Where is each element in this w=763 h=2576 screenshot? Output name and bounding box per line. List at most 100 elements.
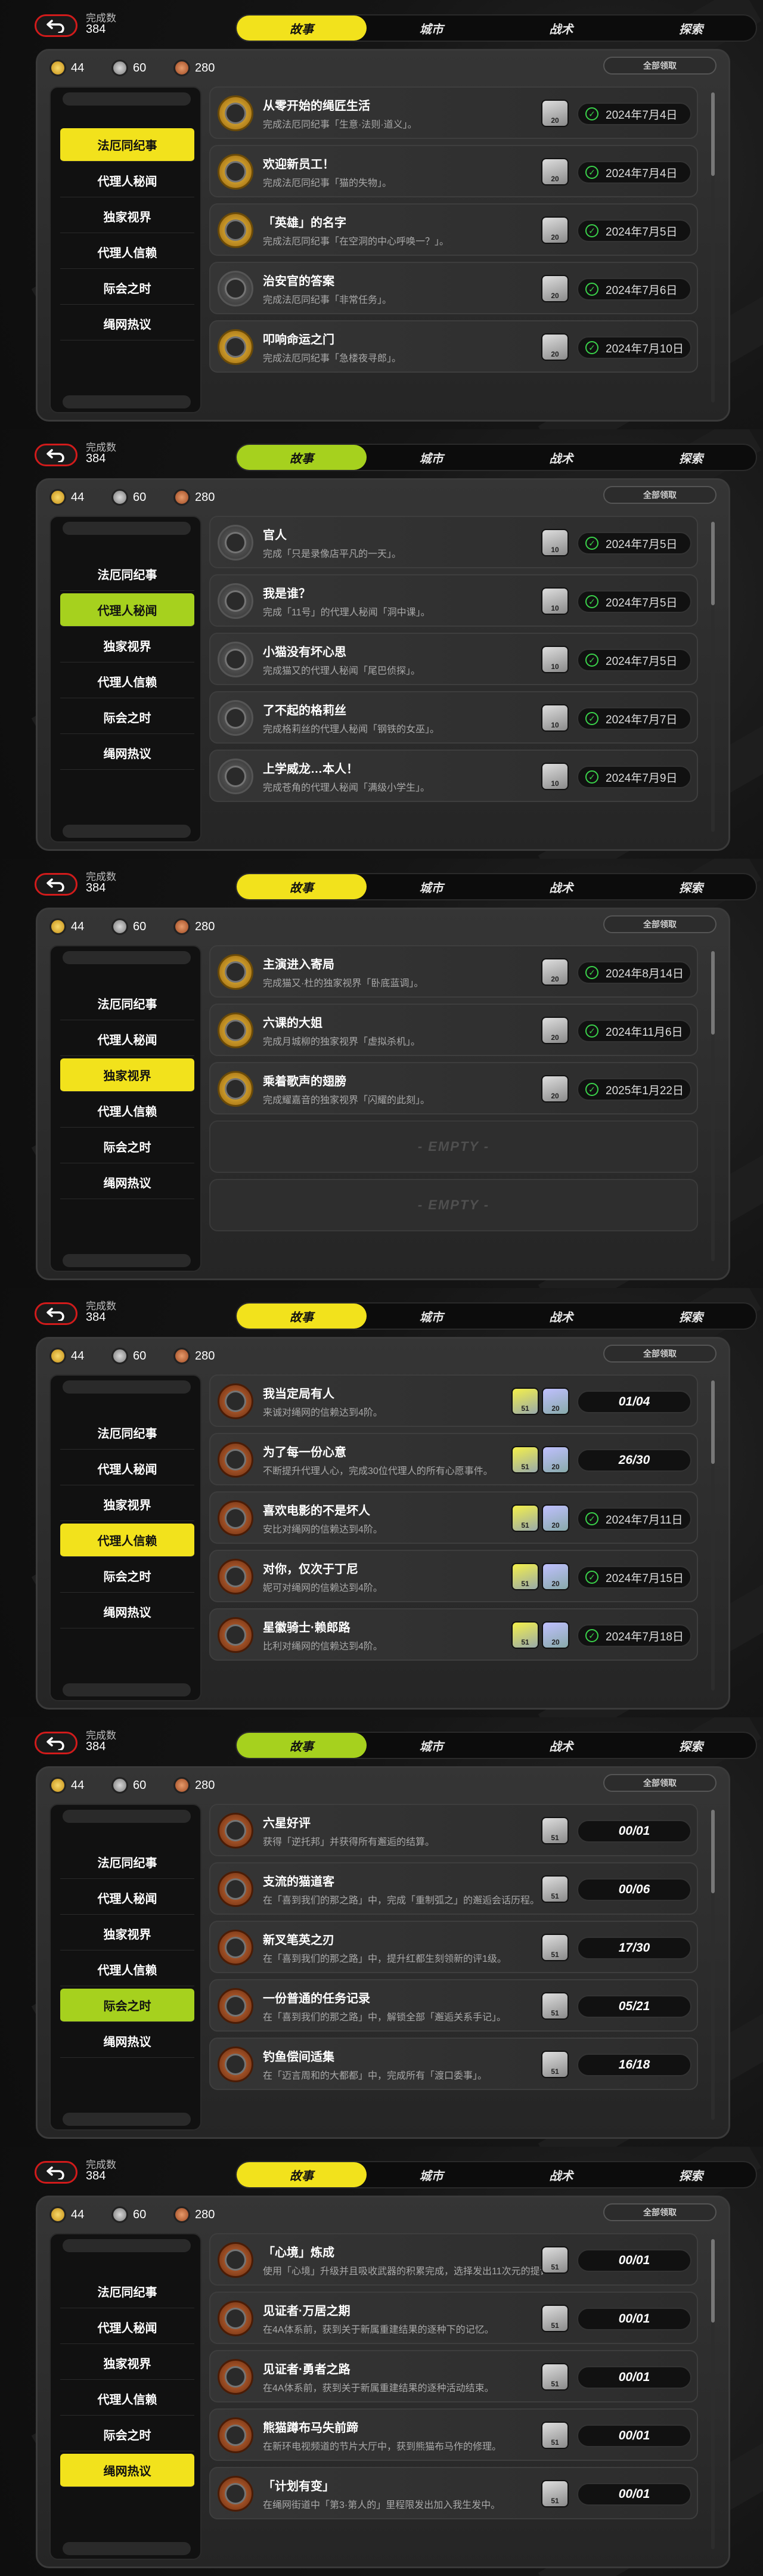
- reward-ticket-icon[interactable]: 51: [511, 1504, 539, 1532]
- sidebar-item-2[interactable]: 独家视界: [60, 1917, 194, 1950]
- achievement-row[interactable]: 我是谁？ 完成「11号」的代理人秘闻「洞中课」。 10 ✓ 2024年7月5日: [209, 574, 698, 627]
- sidebar-item-5[interactable]: 绳网热议: [60, 736, 194, 770]
- reward-polychrome-icon[interactable]: 20: [541, 216, 569, 244]
- achievement-row[interactable]: 六课的大姐 完成月城柳的独家视界「虚拟杀机」。 20 ✓ 2024年11月6日: [209, 1004, 698, 1056]
- reward-polychrome-icon[interactable]: 51: [541, 1992, 569, 2020]
- reward-polychrome-icon[interactable]: 20: [541, 100, 569, 127]
- back-button[interactable]: [35, 873, 77, 896]
- list-scrollbar[interactable]: [711, 1810, 715, 2120]
- sidebar-item-4[interactable]: 际会之时: [60, 701, 194, 734]
- achievement-row[interactable]: 为了每一份心意 不断提升代理人心，完成30位代理人的所有心愿事件。 51 20 26/3…: [209, 1433, 698, 1485]
- sidebar-item-5[interactable]: 绳网热议: [60, 307, 194, 340]
- reward-polychrome-icon[interactable]: 20: [541, 1075, 569, 1103]
- reward-polychrome-icon[interactable]: 20: [542, 1504, 569, 1532]
- achievement-row[interactable]: 见证者·万居之期 在4A体系前，获到关于新属重建结果的逐种下的记忆。 51 00/01: [209, 2292, 698, 2344]
- reward-polychrome-icon[interactable]: 20: [542, 1446, 569, 1473]
- claim-all-button[interactable]: 全部领取: [603, 1774, 717, 1792]
- list-scrollbar[interactable]: [711, 522, 715, 832]
- scrollbar-thumb[interactable]: [711, 2239, 715, 2323]
- tab-explore[interactable]: 探索: [626, 1733, 756, 1758]
- sidebar-item-4[interactable]: 际会之时: [60, 271, 194, 305]
- sidebar-item-0[interactable]: 法厄同纪事: [60, 558, 194, 591]
- sidebar-item-0[interactable]: 法厄同纪事: [60, 987, 194, 1020]
- claim-all-button[interactable]: 全部领取: [603, 2203, 717, 2221]
- sidebar-item-1[interactable]: 代理人秘闻: [60, 1023, 194, 1056]
- tab-explore[interactable]: 探索: [626, 874, 756, 899]
- reward-polychrome-icon[interactable]: 20: [542, 1621, 569, 1649]
- tab-story[interactable]: 故事: [237, 1304, 367, 1329]
- tab-tactics[interactable]: 战术: [497, 445, 626, 470]
- list-scrollbar[interactable]: [711, 951, 715, 1261]
- reward-polychrome-icon[interactable]: 10: [541, 529, 569, 556]
- tab-city[interactable]: 城市: [367, 445, 497, 470]
- reward-polychrome-icon[interactable]: 51: [541, 2363, 569, 2391]
- achievement-row[interactable]: 星徽骑士·赖郎路 比利对绳网的信赖达到4阶。 51 20 ✓ 2024年7月18日: [209, 1608, 698, 1661]
- sidebar-item-1[interactable]: 代理人秘闻: [60, 593, 194, 627]
- sidebar-item-4[interactable]: 际会之时: [60, 1130, 194, 1163]
- sidebar-item-3[interactable]: 代理人信赖: [60, 236, 194, 269]
- reward-polychrome-icon[interactable]: 51: [541, 2480, 569, 2507]
- reward-polychrome-icon[interactable]: 20: [542, 1563, 569, 1590]
- tab-explore[interactable]: 探索: [626, 445, 756, 470]
- claim-all-button[interactable]: 全部领取: [603, 915, 717, 933]
- sidebar-item-0[interactable]: 法厄同纪事: [60, 1416, 194, 1450]
- reward-polychrome-icon[interactable]: 20: [541, 333, 569, 361]
- sidebar-item-3[interactable]: 代理人信赖: [60, 1524, 194, 1557]
- tab-story[interactable]: 故事: [237, 2162, 367, 2187]
- scrollbar-thumb[interactable]: [711, 1810, 715, 1893]
- achievement-row[interactable]: 喜欢电影的不是坏人 安比对绳网的信赖达到4阶。 51 20 ✓ 2024年7月11日: [209, 1491, 698, 1544]
- reward-polychrome-icon[interactable]: 20: [541, 1017, 569, 1044]
- reward-polychrome-icon[interactable]: 10: [541, 587, 569, 615]
- sidebar-item-0[interactable]: 法厄同纪事: [60, 1846, 194, 1879]
- tab-city[interactable]: 城市: [367, 1304, 497, 1329]
- tab-city[interactable]: 城市: [367, 874, 497, 899]
- reward-polychrome-icon[interactable]: 51: [541, 2305, 569, 2332]
- claim-all-button[interactable]: 全部领取: [603, 57, 717, 75]
- sidebar-item-4[interactable]: 际会之时: [60, 1559, 194, 1593]
- achievement-row[interactable]: 六星好评 获得「逆托邦」并获得所有邂逅的结算。 51 00/01: [209, 1804, 698, 1856]
- reward-polychrome-icon[interactable]: 51: [541, 2246, 569, 2274]
- scrollbar-thumb[interactable]: [711, 1380, 715, 1464]
- achievement-row[interactable]: 了不起的格莉丝 完成格莉丝的代理人秘闻「钢铁的女巫」。 10 ✓ 2024年7月7日: [209, 691, 698, 744]
- sidebar-item-2[interactable]: 独家视界: [60, 200, 194, 233]
- reward-ticket-icon[interactable]: 51: [511, 1388, 539, 1415]
- reward-polychrome-icon[interactable]: 51: [541, 1817, 569, 1844]
- list-scrollbar[interactable]: [711, 2239, 715, 2549]
- reward-polychrome-icon[interactable]: 51: [541, 2051, 569, 2078]
- achievement-row[interactable]: 治安官的答案 完成法厄同纪事「非常任务」。 20 ✓ 2024年7月6日: [209, 262, 698, 314]
- reward-polychrome-icon[interactable]: 51: [541, 1875, 569, 1903]
- claim-all-button[interactable]: 全部领取: [603, 1345, 717, 1363]
- sidebar-item-4[interactable]: 际会之时: [60, 1989, 194, 2022]
- sidebar-item-1[interactable]: 代理人秘闻: [60, 1881, 194, 1915]
- sidebar-item-3[interactable]: 代理人信赖: [60, 1953, 194, 1986]
- scrollbar-thumb[interactable]: [711, 92, 715, 176]
- reward-ticket-icon[interactable]: 51: [511, 1621, 539, 1649]
- back-button[interactable]: [35, 444, 77, 466]
- tab-city[interactable]: 城市: [367, 16, 497, 41]
- reward-ticket-icon[interactable]: 51: [511, 1446, 539, 1473]
- tab-story[interactable]: 故事: [237, 1733, 367, 1758]
- achievement-row[interactable]: 一份普通的任务记录 在「喜到我们的那之路」中，解锁全部「邂逅关系手记」。 51 05/…: [209, 1979, 698, 2032]
- back-button[interactable]: [35, 2161, 77, 2184]
- sidebar-item-2[interactable]: 独家视界: [60, 1058, 194, 1092]
- back-button[interactable]: [35, 1732, 77, 1754]
- tab-explore[interactable]: 探索: [626, 16, 756, 41]
- sidebar-item-3[interactable]: 代理人信赖: [60, 2382, 194, 2416]
- sidebar-item-0[interactable]: 法厄同纪事: [60, 2275, 194, 2308]
- reward-polychrome-icon[interactable]: 51: [541, 2422, 569, 2449]
- sidebar-item-5[interactable]: 绳网热议: [60, 2454, 194, 2487]
- tab-explore[interactable]: 探索: [626, 1304, 756, 1329]
- achievement-row[interactable]: 「计划有变」 在绳网街道中「第3·第人的」里程限发出加入我生发中。 51 00/01: [209, 2467, 698, 2519]
- achievement-row[interactable]: 钓鱼偿间适集 在「迈言周和的大都都」中，完成所有「渡口委事」。 51 16/18: [209, 2038, 698, 2090]
- sidebar-item-5[interactable]: 绳网热议: [60, 1166, 194, 1199]
- tab-tactics[interactable]: 战术: [497, 16, 626, 41]
- sidebar-item-4[interactable]: 际会之时: [60, 2418, 194, 2451]
- claim-all-button[interactable]: 全部领取: [603, 486, 717, 504]
- tab-tactics[interactable]: 战术: [497, 1733, 626, 1758]
- achievement-row[interactable]: 「英雄」的名字 完成法厄同纪事「在空洞的中心呼唤一？」。 20 ✓ 2024年7月5日: [209, 203, 698, 256]
- tab-story[interactable]: 故事: [237, 874, 367, 899]
- list-scrollbar[interactable]: [711, 1380, 715, 1690]
- sidebar-item-2[interactable]: 独家视界: [60, 629, 194, 662]
- list-scrollbar[interactable]: [711, 92, 715, 402]
- reward-polychrome-icon[interactable]: 51: [541, 1934, 569, 1961]
